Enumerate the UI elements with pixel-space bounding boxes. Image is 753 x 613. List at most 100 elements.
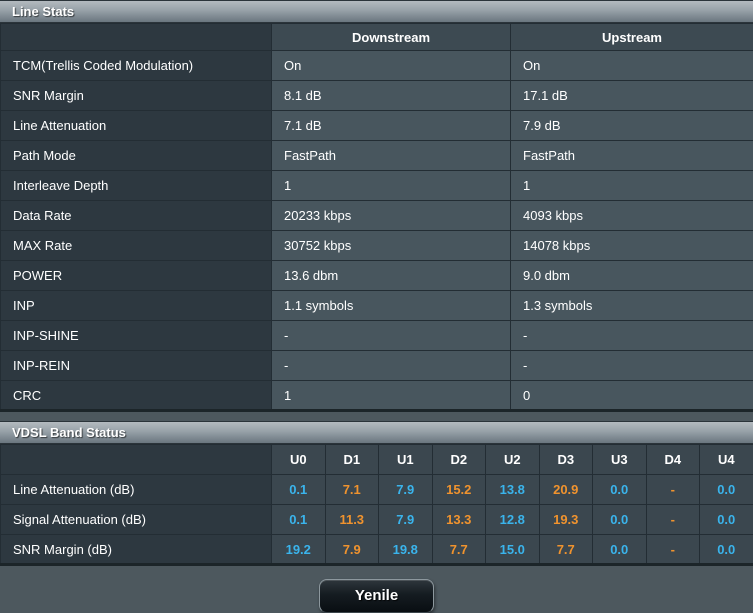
refresh-button[interactable]: Yenile — [319, 579, 434, 613]
band-value: 0.1 — [272, 505, 326, 535]
stat-downstream-value: 1 — [272, 381, 511, 411]
stat-downstream-value: FastPath — [272, 141, 511, 171]
upstream-column-header: Upstream — [511, 24, 753, 51]
stat-downstream-value: - — [272, 321, 511, 351]
stat-upstream-value: 7.9 dB — [511, 111, 753, 141]
table-row-tcm: TCM(Trellis Coded Modulation) On On — [1, 51, 753, 81]
band-value: 20.9 — [539, 475, 593, 505]
downstream-column-header: Downstream — [272, 24, 511, 51]
stat-label: INP-REIN — [1, 351, 272, 381]
stat-upstream-value: 17.1 dB — [511, 81, 753, 111]
band-value: 19.8 — [379, 535, 433, 565]
band-value: 7.7 — [539, 535, 593, 565]
table-row-inp-shine: INP-SHINE - - — [1, 321, 753, 351]
band-value: 0.0 — [593, 505, 647, 535]
band-value: 15.0 — [486, 535, 540, 565]
band-row-label: Line Attenuation (dB) — [1, 475, 272, 505]
line-stats-title: Line Stats — [12, 4, 74, 19]
band-value: 13.3 — [432, 505, 486, 535]
band-column-header-u3: U3 — [593, 445, 647, 475]
band-column-header-d3: D3 — [539, 445, 593, 475]
band-header-row: U0 D1 U1 D2 U2 D3 U3 D4 U4 — [1, 445, 753, 475]
stat-downstream-value: 1 — [272, 171, 511, 201]
band-status-table: U0 D1 U1 D2 U2 D3 U3 D4 U4 Line Attenuat… — [0, 444, 753, 566]
corner-cell — [1, 24, 272, 51]
band-value: 7.9 — [325, 535, 379, 565]
band-column-header-d2: D2 — [432, 445, 486, 475]
band-column-header-u1: U1 — [379, 445, 433, 475]
stat-label: CRC — [1, 381, 272, 411]
stat-label: Data Rate — [1, 201, 272, 231]
band-row-label: Signal Attenuation (dB) — [1, 505, 272, 535]
stat-upstream-value: FastPath — [511, 141, 753, 171]
stat-label: Interleave Depth — [1, 171, 272, 201]
stat-upstream-value: 14078 kbps — [511, 231, 753, 261]
band-column-header-d4: D4 — [646, 445, 700, 475]
table-row-interleave-depth: Interleave Depth 1 1 — [1, 171, 753, 201]
band-value: - — [646, 505, 700, 535]
stat-label: INP-SHINE — [1, 321, 272, 351]
table-row-inp-rein: INP-REIN - - — [1, 351, 753, 381]
band-value: 0.0 — [593, 535, 647, 565]
band-value: 7.1 — [325, 475, 379, 505]
band-status-title: VDSL Band Status — [12, 425, 126, 440]
corner-cell — [1, 445, 272, 475]
band-row-label: SNR Margin (dB) — [1, 535, 272, 565]
band-row-line-attenuation: Line Attenuation (dB) 0.1 7.1 7.9 15.2 1… — [1, 475, 753, 505]
stat-downstream-value: - — [272, 351, 511, 381]
table-row-snr-margin: SNR Margin 8.1 dB 17.1 dB — [1, 81, 753, 111]
stat-downstream-value: 30752 kbps — [272, 231, 511, 261]
stat-label: POWER — [1, 261, 272, 291]
line-stats-header-row: Downstream Upstream — [1, 24, 753, 51]
stat-label: Path Mode — [1, 141, 272, 171]
stat-label: MAX Rate — [1, 231, 272, 261]
band-value: 7.7 — [432, 535, 486, 565]
table-row-path-mode: Path Mode FastPath FastPath — [1, 141, 753, 171]
stat-label: Line Attenuation — [1, 111, 272, 141]
band-row-snr-margin: SNR Margin (dB) 19.2 7.9 19.8 7.7 15.0 7… — [1, 535, 753, 565]
stat-upstream-value: 0 — [511, 381, 753, 411]
band-value: 15.2 — [432, 475, 486, 505]
band-value: - — [646, 535, 700, 565]
table-row-line-attenuation: Line Attenuation 7.1 dB 7.9 dB — [1, 111, 753, 141]
band-value: 19.3 — [539, 505, 593, 535]
band-row-signal-attenuation: Signal Attenuation (dB) 0.1 11.3 7.9 13.… — [1, 505, 753, 535]
stat-upstream-value: 1 — [511, 171, 753, 201]
stat-upstream-value: - — [511, 321, 753, 351]
band-value: - — [646, 475, 700, 505]
band-value: 11.3 — [325, 505, 379, 535]
band-status-section-header: VDSL Band Status — [0, 421, 753, 444]
stat-downstream-value: 8.1 dB — [272, 81, 511, 111]
stat-upstream-value: 4093 kbps — [511, 201, 753, 231]
stat-downstream-value: 7.1 dB — [272, 111, 511, 141]
band-value: 12.8 — [486, 505, 540, 535]
band-value: 0.0 — [700, 475, 753, 505]
line-stats-table: Downstream Upstream TCM(Trellis Coded Mo… — [0, 23, 753, 412]
band-value: 13.8 — [486, 475, 540, 505]
stat-downstream-value: On — [272, 51, 511, 81]
band-value: 0.0 — [593, 475, 647, 505]
band-value: 19.2 — [272, 535, 326, 565]
band-value: 7.9 — [379, 505, 433, 535]
stat-upstream-value: 9.0 dbm — [511, 261, 753, 291]
table-row-power: POWER 13.6 dbm 9.0 dbm — [1, 261, 753, 291]
band-value: 7.9 — [379, 475, 433, 505]
stat-label: INP — [1, 291, 272, 321]
stat-label: SNR Margin — [1, 81, 272, 111]
band-value: 0.1 — [272, 475, 326, 505]
stat-upstream-value: - — [511, 351, 753, 381]
table-row-crc: CRC 1 0 — [1, 381, 753, 411]
band-value: 0.0 — [700, 505, 753, 535]
stat-downstream-value: 13.6 dbm — [272, 261, 511, 291]
dsl-status-page: Line Stats Downstream Upstream TCM(Trell… — [0, 0, 753, 613]
band-column-header-u2: U2 — [486, 445, 540, 475]
band-column-header-u0: U0 — [272, 445, 326, 475]
section-gap — [0, 412, 753, 421]
stat-upstream-value: On — [511, 51, 753, 81]
band-column-header-d1: D1 — [325, 445, 379, 475]
table-row-max-rate: MAX Rate 30752 kbps 14078 kbps — [1, 231, 753, 261]
band-column-header-u4: U4 — [700, 445, 753, 475]
table-row-data-rate: Data Rate 20233 kbps 4093 kbps — [1, 201, 753, 231]
stat-upstream-value: 1.3 symbols — [511, 291, 753, 321]
stat-downstream-value: 20233 kbps — [272, 201, 511, 231]
